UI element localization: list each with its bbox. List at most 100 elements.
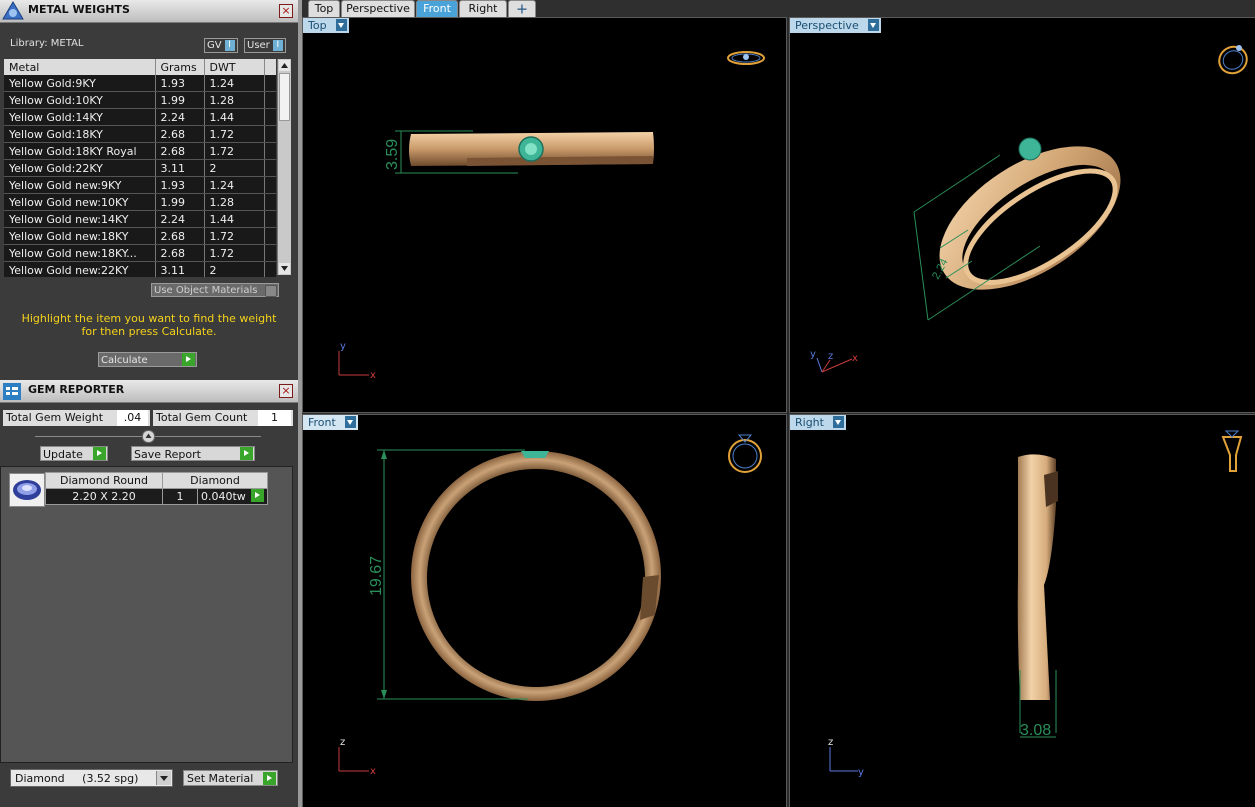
plus-icon — [517, 4, 527, 14]
dwt-value: 1.28 — [204, 91, 265, 109]
gem-table-row[interactable]: 2.20 X 2.20 1 0.040tw — [45, 488, 269, 505]
tab-perspective[interactable]: Perspective — [341, 0, 415, 17]
ring-inner-front — [427, 469, 645, 687]
top-view-render: 3.59 y x — [338, 51, 765, 381]
row-spacer — [264, 193, 276, 211]
grams-value: 1.99 — [155, 91, 205, 109]
total-gem-weight-value: .04 — [117, 410, 148, 426]
metal-name: Yellow Gold:18KY Royal — [4, 142, 156, 160]
axis-indicator-perspective: y z x — [810, 349, 858, 373]
metal-name: Yellow Gold new:9KY — [4, 176, 156, 194]
row-spacer — [264, 244, 276, 262]
metal-weights-header: METAL WEIGHTS × — [0, 0, 298, 23]
close-metal-weights-button[interactable]: × — [279, 4, 293, 18]
dwt-value: 1.28 — [204, 193, 265, 211]
mini-ring-top-icon — [727, 51, 765, 65]
metal-name: Yellow Gold new:14KY — [4, 210, 156, 228]
table-row[interactable]: Yellow Gold:18KY 2.68 1.72 — [4, 125, 276, 143]
col-header-grams[interactable]: Grams — [155, 59, 205, 75]
instruction-text: Highlight the item you want to find the … — [0, 312, 298, 338]
axis-x-label: x — [370, 766, 376, 777]
calculate-button[interactable]: Calculate — [98, 352, 197, 367]
dwt-value: 1.72 — [204, 125, 265, 143]
axis-indicator-top: y x — [338, 341, 376, 381]
row-spacer — [264, 125, 276, 143]
metal-name: Yellow Gold new:10KY — [4, 193, 156, 211]
viewport-perspective[interactable]: Perspective 2.24 y z x — [789, 17, 1255, 413]
row-spacer — [264, 91, 276, 109]
right-view-render: 3.08 z y — [828, 430, 1243, 778]
panel-splitter[interactable] — [298, 0, 302, 807]
viewport-top[interactable]: Top 3.59 y x — [302, 17, 787, 413]
scroll-thumb[interactable] — [279, 73, 290, 121]
save-report-button[interactable]: Save Report — [131, 446, 255, 461]
user-toggle[interactable]: User I — [244, 38, 286, 53]
material-select-value: Diamond (3.52 spg) — [15, 772, 139, 785]
dwt-value: 1.72 — [204, 244, 265, 262]
axis-y-label: y — [340, 341, 346, 352]
save-report-arrow-icon — [240, 447, 253, 460]
use-object-materials-toggle[interactable]: Use Object Materials — [151, 283, 279, 297]
add-tab-button[interactable] — [508, 0, 536, 17]
gem-top-table — [525, 143, 537, 155]
col-header-metal[interactable]: Metal — [4, 59, 156, 75]
gv-toggle[interactable]: GV I — [204, 38, 238, 53]
update-button[interactable]: Update — [40, 446, 108, 461]
metal-name: Yellow Gold:10KY — [4, 91, 156, 109]
gem-table: Diamond Round Diamond 2.20 X 2.20 1 0.04… — [45, 472, 269, 505]
close-gem-reporter-button[interactable]: × — [279, 384, 293, 398]
total-gem-count-field: Total Gem Count 1 — [153, 410, 293, 426]
gem-reporter-icon — [3, 383, 21, 400]
grams-value: 2.24 — [155, 210, 205, 228]
table-row[interactable]: Yellow Gold:9KY 1.93 1.24 — [4, 75, 276, 92]
grams-value: 2.68 — [155, 244, 205, 262]
row-spacer — [264, 75, 276, 92]
metal-weights-title: METAL WEIGHTS — [28, 3, 130, 16]
col-header-spacer — [264, 59, 276, 75]
tab-top[interactable]: Top — [308, 0, 340, 17]
metal-name: Yellow Gold new:18KY — [4, 227, 156, 245]
slider-handle[interactable] — [142, 430, 155, 443]
table-row[interactable]: Yellow Gold:10KY 1.99 1.28 — [4, 91, 276, 109]
gem-row-arrow-icon[interactable] — [251, 489, 264, 502]
table-row[interactable]: Yellow Gold new:18KY 2.68 1.72 — [4, 227, 276, 245]
dwt-value: 1.72 — [204, 142, 265, 160]
dwt-value: 1.72 — [204, 227, 265, 245]
table-row[interactable]: Yellow Gold:18KY Royal 2.68 1.72 — [4, 142, 276, 160]
chevron-down-icon[interactable] — [156, 771, 171, 785]
dwt-value: 2 — [204, 261, 265, 277]
metal-name: Yellow Gold new:18KY... — [4, 244, 156, 262]
table-row[interactable]: Yellow Gold new:9KY 1.93 1.24 — [4, 176, 276, 194]
scroll-up-arrow-icon[interactable] — [279, 60, 290, 71]
gem-thumbnail[interactable] — [9, 473, 45, 507]
metal-name: Yellow Gold:22KY — [4, 159, 156, 177]
table-row[interactable]: Yellow Gold new:18KY... 2.68 1.72 — [4, 244, 276, 262]
material-select[interactable]: Diamond (3.52 spg) — [10, 769, 173, 787]
instruction-line-1: Highlight the item you want to find the … — [21, 312, 277, 325]
viewport-front[interactable]: Front 19.67 z x — [302, 414, 787, 807]
gem-size: 2.20 X 2.20 — [45, 488, 163, 505]
gem-weight: 0.040tw — [201, 490, 246, 503]
metal-table-header: Metal Grams DWT — [4, 59, 276, 75]
table-row[interactable]: Yellow Gold:22KY 3.11 2 — [4, 159, 276, 177]
perspective-view-render: 2.24 y z x — [810, 45, 1248, 373]
col-header-dwt[interactable]: DWT — [204, 59, 265, 75]
row-spacer — [264, 227, 276, 245]
table-row[interactable]: Yellow Gold new:10KY 1.99 1.28 — [4, 193, 276, 211]
viewport-right[interactable]: Right 3.08 z y — [789, 414, 1255, 807]
user-toggle-label: User — [247, 40, 270, 51]
row-spacer — [264, 108, 276, 126]
table-row[interactable]: Yellow Gold:14KY 2.24 1.44 — [4, 108, 276, 126]
metal-table-scrollbar[interactable] — [277, 59, 291, 275]
set-material-button[interactable]: Set Material — [183, 770, 278, 786]
gem-reporter-title: GEM REPORTER — [28, 383, 125, 396]
scroll-down-arrow-icon[interactable] — [279, 263, 290, 274]
use-object-materials-label: Use Object Materials — [154, 285, 258, 296]
grams-value: 2.68 — [155, 125, 205, 143]
grams-value: 1.93 — [155, 75, 205, 92]
tab-right[interactable]: Right — [459, 0, 507, 17]
dwt-value: 1.44 — [204, 108, 265, 126]
table-row[interactable]: Yellow Gold new:22KY 3.11 2 — [4, 261, 276, 277]
table-row[interactable]: Yellow Gold new:14KY 2.24 1.44 — [4, 210, 276, 228]
tab-front[interactable]: Front — [416, 0, 458, 17]
